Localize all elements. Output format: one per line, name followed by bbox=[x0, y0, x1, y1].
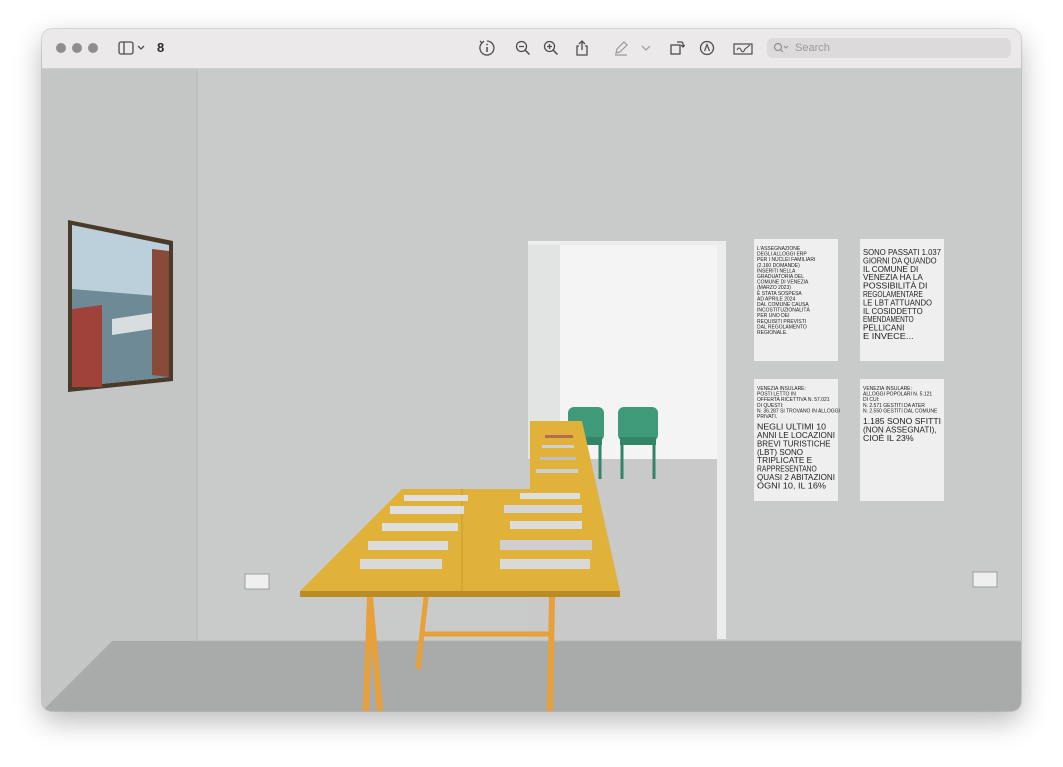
markup-pen-button[interactable] bbox=[611, 38, 631, 58]
pen-icon bbox=[615, 41, 628, 56]
search-input[interactable] bbox=[793, 41, 997, 55]
signature-button[interactable] bbox=[732, 38, 754, 58]
page-count: 8 bbox=[157, 40, 165, 55]
poster-4-headline-line: CIOÈ IL 23% bbox=[863, 434, 914, 443]
markup-pen-dropdown[interactable] bbox=[639, 38, 653, 58]
left-wall bbox=[42, 69, 197, 711]
markup-icon bbox=[699, 40, 715, 56]
zoom-window-button[interactable] bbox=[88, 43, 98, 53]
sidebar-icon bbox=[118, 41, 145, 55]
share-icon bbox=[576, 40, 588, 56]
poster-4: VENEZIA INSULARE:ALLOGGI POPOLARI N. 5.1… bbox=[860, 379, 944, 501]
poster-3-small-line: PRIVATI. bbox=[757, 414, 777, 420]
outlet-left bbox=[244, 573, 270, 590]
floor bbox=[42, 641, 1021, 711]
poster-3: VENEZIA INSULARE:POSTI LETTO INOFFERTA R… bbox=[754, 379, 840, 501]
share-button[interactable] bbox=[572, 38, 592, 58]
minimize-window-button[interactable] bbox=[72, 43, 82, 53]
signature-icon bbox=[733, 43, 753, 55]
outlet-right bbox=[972, 571, 998, 588]
zoom-in-icon bbox=[543, 40, 559, 56]
zoom-out-icon bbox=[515, 40, 531, 56]
zoom-in-button[interactable] bbox=[541, 38, 561, 58]
poster-3-headline-line: OGNI 10, IL 16% bbox=[757, 481, 826, 490]
chevron-down-icon bbox=[641, 45, 651, 51]
poster-2: SONO PASSATI 1.037GIORNI DA QUANDOIL COM… bbox=[860, 239, 944, 361]
toolbar: 8 bbox=[42, 29, 1021, 69]
info-icon bbox=[479, 40, 495, 56]
preview-window: 8 Search L'ASSEGNAZIONE DEGLI ALLOGGI ER… bbox=[42, 29, 1021, 711]
gallery-photo: L'ASSEGNAZIONEDEGLI ALLOGGI ERPPER I NUC… bbox=[42, 69, 1021, 711]
info-button[interactable] bbox=[477, 38, 497, 58]
rotate-icon bbox=[670, 41, 685, 55]
sidebar-toggle-button[interactable] bbox=[117, 38, 147, 58]
markup-button[interactable] bbox=[697, 38, 717, 58]
poster-1: L'ASSEGNAZIONEDEGLI ALLOGGI ERPPER I NUC… bbox=[754, 239, 838, 361]
search-field[interactable] bbox=[767, 38, 1011, 58]
painting bbox=[68, 220, 173, 392]
poster-2-headline-line: E INVECE... bbox=[863, 332, 914, 341]
close-window-button[interactable] bbox=[56, 43, 66, 53]
zoom-out-button[interactable] bbox=[513, 38, 533, 58]
poster-4-small-line: N. 2.550 GESTITI DAL COMUNE bbox=[863, 408, 938, 414]
rotate-button[interactable] bbox=[667, 38, 687, 58]
poster-1-small-line: REGIONALE. bbox=[757, 330, 788, 336]
search-icon bbox=[773, 42, 789, 53]
